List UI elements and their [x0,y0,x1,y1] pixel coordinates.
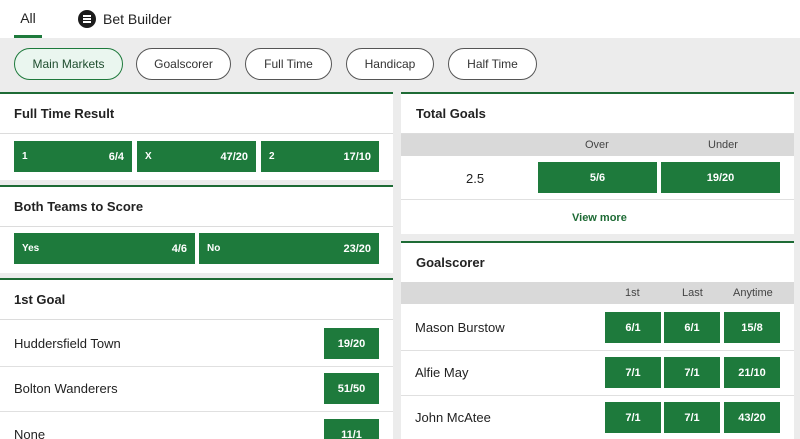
option-label: 2 [269,151,275,162]
goalscorer-header: 1st Last Anytime [401,282,794,304]
odds-button-first[interactable]: 7/1 [605,357,661,388]
team-name: None [14,427,46,439]
panel-title: 1st Goal [0,280,393,320]
total-goals-header: Over Under [401,134,794,156]
odds-button-last[interactable]: 7/1 [664,402,720,433]
filter-handicap[interactable]: Handicap [346,48,434,80]
odds-value: 23/20 [343,242,371,255]
panel-title: Both Teams to Score [0,187,393,227]
filter-goalscorer[interactable]: Goalscorer [136,48,231,80]
odds-value: 6/4 [108,150,124,163]
odds-value: 17/10 [343,150,371,163]
odds-button-away[interactable]: 2 17/10 [261,141,379,172]
odds-button-under[interactable]: 19/20 [661,162,780,193]
row-divider [401,199,794,200]
odds-button-bolton[interactable]: 51/50 [324,373,379,404]
option-label: Yes [22,243,40,254]
right-gutter [794,92,800,439]
row-divider [0,366,393,367]
both-teams-to-score-panel: Both Teams to Score Yes 4/6 No 23/20 [0,185,393,273]
odds-button-last[interactable]: 6/1 [664,312,720,343]
panel-title: Goalscorer [401,243,794,283]
col-first-label: 1st [625,287,640,299]
option-label: X [145,151,152,162]
player-name: Mason Burstow [415,320,505,335]
tab-all[interactable]: All [14,0,42,38]
column-gutter [393,92,401,439]
odds-value: 47/20 [220,150,248,163]
row-divider [401,350,794,351]
tab-bet-builder[interactable]: Bet Builder [78,0,171,38]
first-goal-panel: 1st Goal Huddersfield Town 19/20 Bolton … [0,278,393,439]
panel-title: Full Time Result [0,94,393,134]
odds-button-none[interactable]: 11/1 [324,419,379,439]
bet-builder-icon [78,10,96,28]
row-divider [401,395,794,396]
player-name: Alfie May [415,365,469,380]
panel-title: Total Goals [401,94,794,134]
team-name: Huddersfield Town [14,336,121,351]
odds-button-home[interactable]: 1 6/4 [14,141,132,172]
option-label: No [207,243,221,254]
odds-button-yes[interactable]: Yes 4/6 [14,233,195,264]
odds-button-first[interactable]: 6/1 [605,312,661,343]
odds-button-anytime[interactable]: 43/20 [724,402,780,433]
under-label: Under [708,139,738,151]
filter-full-time[interactable]: Full Time [245,48,332,80]
odds-button-anytime[interactable]: 21/10 [724,357,780,388]
filter-main-markets[interactable]: Main Markets [14,48,123,80]
odds-button-over[interactable]: 5/6 [538,162,657,193]
player-name: John McAtee [415,410,491,425]
market-tabs: All Bet Builder [0,0,800,38]
filter-bar: Main Markets Goalscorer Full Time Handic… [0,38,800,92]
filter-half-time[interactable]: Half Time [448,48,537,80]
odds-value: 4/6 [171,242,187,255]
row-divider [0,411,393,412]
odds-button-last[interactable]: 7/1 [664,357,720,388]
odds-button-huddersfield[interactable]: 19/20 [324,328,379,359]
odds-button-no[interactable]: No 23/20 [199,233,379,264]
view-more-link[interactable]: View more [572,212,627,224]
goalscorer-panel: Goalscorer 1st Last Anytime Mason Bursto… [401,241,794,439]
col-anytime-label: Anytime [733,287,773,299]
team-name: Bolton Wanderers [14,381,118,396]
goal-line: 2.5 [466,171,485,186]
col-last-label: Last [682,287,703,299]
full-time-result-panel: Full Time Result 1 6/4 X 47/20 2 17/10 [0,92,393,180]
odds-button-draw[interactable]: X 47/20 [137,141,256,172]
tab-bet-builder-label: Bet Builder [103,11,172,27]
panel-gap [401,234,794,241]
over-label: Over [585,139,609,151]
odds-button-first[interactable]: 7/1 [605,402,661,433]
total-goals-panel: Total Goals Over Under 2.5 5/6 19/20 Vie… [401,92,794,234]
odds-button-anytime[interactable]: 15/8 [724,312,780,343]
option-label: 1 [22,151,28,162]
